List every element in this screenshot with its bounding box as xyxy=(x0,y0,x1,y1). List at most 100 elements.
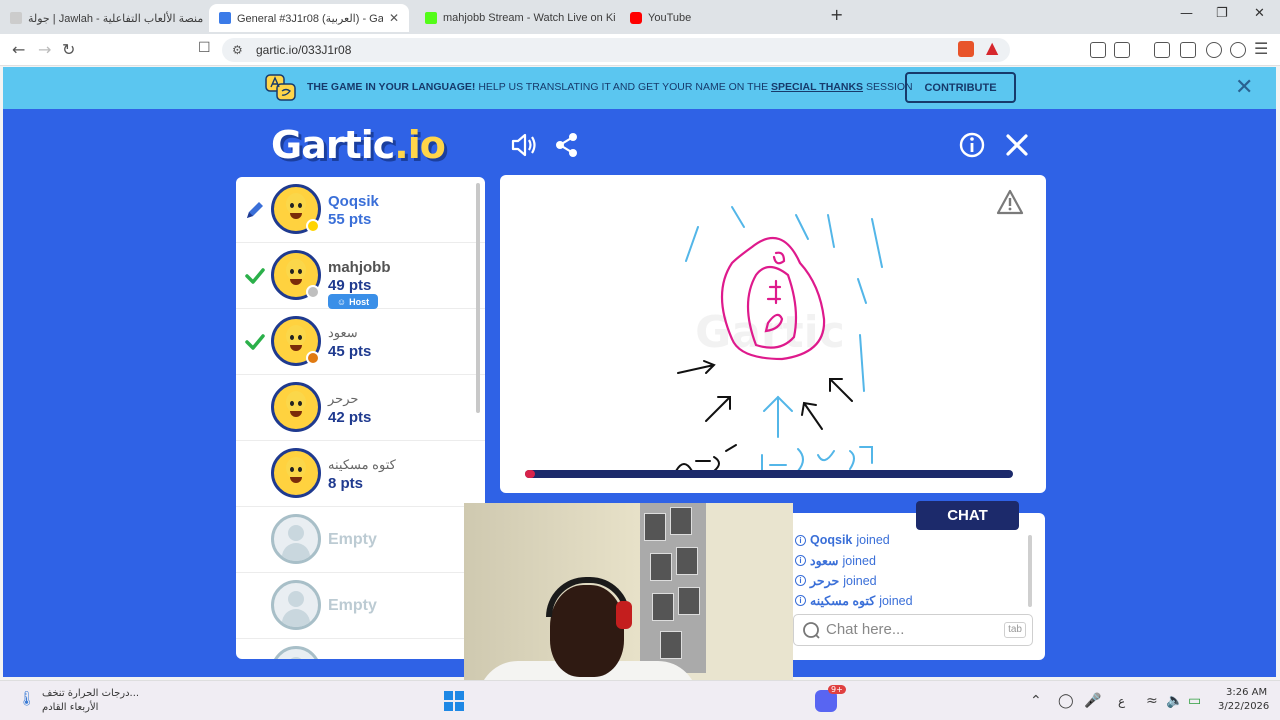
clock-time[interactable]: 3:26 AM xyxy=(1226,687,1267,698)
bookmark-icon[interactable]: ☐ xyxy=(198,40,211,56)
info-icon: i xyxy=(795,575,806,586)
brave-shield-icon[interactable] xyxy=(958,41,974,57)
empty-avatar-icon xyxy=(271,580,321,630)
chat-text: joined xyxy=(843,573,877,588)
drawing-canvas[interactable]: Gartic xyxy=(500,175,1046,493)
tab-key-hint: tab xyxy=(1004,622,1026,638)
reload-icon[interactable]: ↻ xyxy=(62,40,75,59)
round-timer-bar xyxy=(525,470,1013,478)
vpn-icon[interactable] xyxy=(1230,42,1246,58)
avatar-face xyxy=(286,457,306,479)
chat-text: joined xyxy=(856,533,890,547)
player-row[interactable]: سعود 45 pts xyxy=(236,309,485,375)
player-points: 55 pts xyxy=(328,211,372,228)
contribute-button[interactable]: CONTRIBUTE xyxy=(905,72,1016,103)
chat-placeholder: Chat here... xyxy=(826,621,905,638)
chat-text: joined xyxy=(879,593,913,608)
volume-icon[interactable]: 🔈 xyxy=(1166,693,1183,709)
battery-icon[interactable]: ▭ xyxy=(1188,693,1201,709)
close-banner-icon[interactable]: ✕ xyxy=(1235,75,1253,100)
tab-kick[interactable]: mahjobb Stream - Watch Live on Kick xyxy=(415,4,615,32)
tray-app-icon[interactable]: ◯ xyxy=(1058,693,1074,709)
leo-ai-icon[interactable] xyxy=(1206,42,1222,58)
info-icon[interactable] xyxy=(958,131,986,159)
avatar-face xyxy=(286,193,306,215)
chat-tab[interactable]: CHAT xyxy=(916,501,1019,530)
tab-gartic[interactable]: General #3J1r08 (العربية) - Gartic ✕ xyxy=(209,4,409,32)
chat-scrollbar[interactable] xyxy=(1028,535,1032,607)
tab-youtube[interactable]: YouTube xyxy=(620,4,820,32)
player-name: حرحر xyxy=(328,391,359,406)
chat-message: i حرحر joined xyxy=(795,573,877,588)
sidebar-icon[interactable] xyxy=(1154,42,1170,58)
avatar-mouth xyxy=(290,345,302,351)
windows-start-icon[interactable] xyxy=(444,691,464,711)
close-tab-icon[interactable]: ✕ xyxy=(389,11,399,25)
empty-avatar-body xyxy=(282,609,310,627)
new-tab-button[interactable]: + xyxy=(830,5,843,24)
player-row[interactable]: Qoqsik 55 pts xyxy=(236,177,485,243)
url-input[interactable]: ⚙ gartic.io/033J1r08 xyxy=(222,38,1010,62)
site-settings-icon[interactable]: ⚙ xyxy=(232,38,243,62)
empty-slot[interactable]: Empty xyxy=(236,507,485,573)
avatar-face xyxy=(286,391,306,413)
avatar-eye xyxy=(290,335,294,340)
weather-line1[interactable]: درجات الحرارة تنخف... xyxy=(42,688,139,699)
forward-arrow-icon[interactable]: → xyxy=(38,40,51,59)
player-row[interactable]: حرحر 42 pts xyxy=(236,375,485,441)
player-row[interactable]: mahjobb 49 pts ☺ Host xyxy=(236,243,485,309)
info-icon: i xyxy=(795,534,806,546)
avatar-mouth xyxy=(290,213,302,219)
avatar-eye xyxy=(298,401,302,406)
reader-mode-icon[interactable] xyxy=(1114,42,1130,58)
extensions-icon[interactable] xyxy=(1090,42,1106,58)
url-text: gartic.io/033J1r08 xyxy=(256,43,352,57)
tab-jawlah[interactable]: جولة | Jawlah - منصة الألعاب التفاعلية xyxy=(0,4,205,32)
wall-photo xyxy=(650,553,672,581)
banner-body: HELP US TRANSLATING IT AND GET YOUR NAME… xyxy=(475,81,772,93)
player-name: Qoqsik xyxy=(328,193,379,210)
wallet-icon[interactable] xyxy=(1180,42,1196,58)
chat-username: سعود xyxy=(810,554,839,568)
microphone-icon[interactable]: 🎤 xyxy=(1084,693,1101,709)
translate-icon xyxy=(265,74,296,101)
empty-slot[interactable]: Empty xyxy=(236,573,485,639)
player-row[interactable]: كتوه مسكينه 8 pts xyxy=(236,441,485,507)
info-icon: i xyxy=(795,595,806,606)
minimize-button[interactable]: — xyxy=(1180,6,1193,21)
tab-title: General #3J1r08 (العربية) - Gartic xyxy=(237,12,383,25)
banner-lead: THE GAME IN YOUR LANGUAGE! xyxy=(307,81,476,93)
empty-avatar-head xyxy=(288,591,304,607)
wifi-icon[interactable]: ≈ xyxy=(1146,693,1158,709)
chevron-up-icon[interactable]: ⌃ xyxy=(1030,693,1042,709)
empty-slot[interactable]: Empty xyxy=(236,639,485,659)
clock-date[interactable]: 3/22/2026 xyxy=(1218,701,1269,712)
wall-photo xyxy=(676,547,698,575)
avatar-face xyxy=(286,325,306,347)
sketch-drawing: Gartic xyxy=(675,206,883,476)
players-scrollbar[interactable] xyxy=(476,183,480,413)
share-icon[interactable] xyxy=(553,131,581,159)
tab-title: mahjobb Stream - Watch Live on Kick xyxy=(443,12,615,24)
player-badge-dot xyxy=(306,351,320,365)
brave-rewards-icon[interactable]: ▲ xyxy=(986,38,998,57)
close-window-button[interactable]: ✕ xyxy=(1254,6,1265,21)
special-thanks-link[interactable]: SPECIAL THANKS xyxy=(771,81,863,93)
chat-message: i سعود joined xyxy=(795,553,876,568)
info-icon: i xyxy=(795,555,806,566)
menu-icon[interactable]: ☰ xyxy=(1254,39,1268,58)
weather-icon[interactable]: 🌡 xyxy=(18,691,36,707)
empty-avatar-icon xyxy=(271,646,321,659)
wall-photo xyxy=(644,513,666,541)
player-points: 49 pts xyxy=(328,277,372,294)
sound-icon[interactable] xyxy=(509,131,537,159)
chat-message: i Qoqsik joined xyxy=(795,533,890,547)
input-language[interactable]: ع xyxy=(1118,694,1125,708)
exit-room-icon[interactable] xyxy=(1003,131,1031,159)
chat-input[interactable]: Chat here... tab xyxy=(793,614,1033,646)
logo-main: Gartic xyxy=(271,123,395,167)
back-arrow-icon[interactable]: ← xyxy=(12,40,25,59)
wall-photo xyxy=(660,631,682,659)
maximize-button[interactable]: ❐ xyxy=(1216,6,1228,21)
translation-banner: THE GAME IN YOUR LANGUAGE! HELP US TRANS… xyxy=(3,67,1276,109)
